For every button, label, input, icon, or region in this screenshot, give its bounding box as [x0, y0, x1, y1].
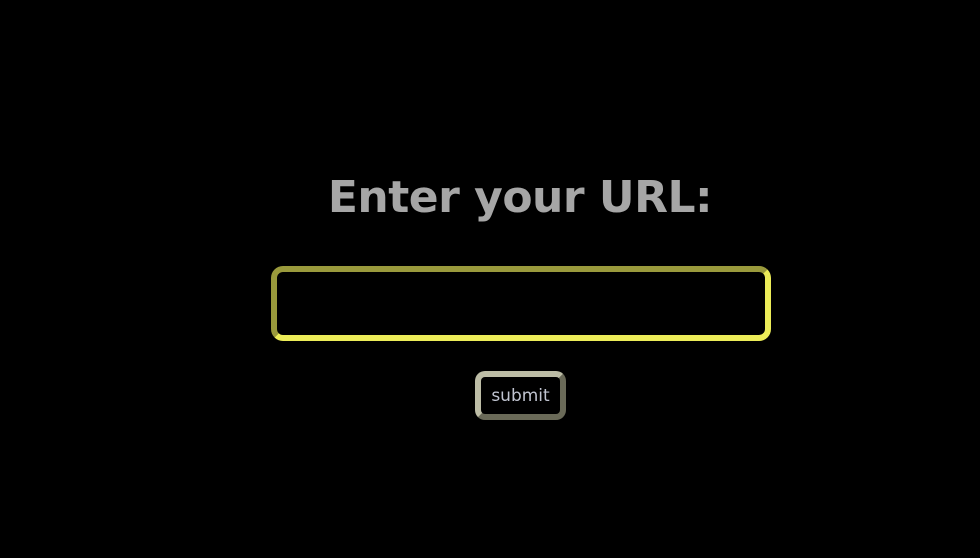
page-title: Enter your URL:	[327, 172, 713, 223]
url-input[interactable]	[271, 266, 771, 341]
submit-button[interactable]: submit	[475, 371, 566, 420]
